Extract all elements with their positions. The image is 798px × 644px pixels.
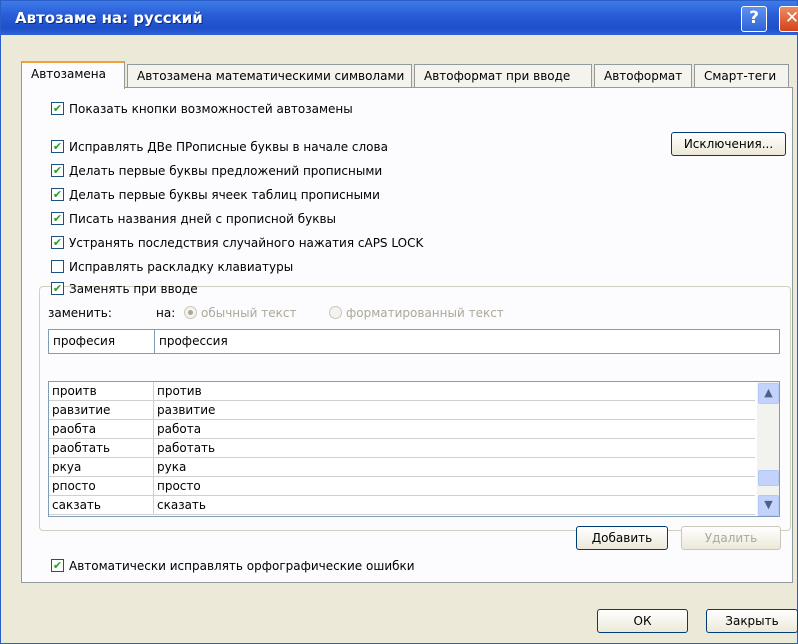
table-row[interactable]: равзитие развитие: [49, 401, 755, 420]
entry-to: работать: [157, 441, 216, 455]
table-row[interactable]: рпосто просто: [49, 477, 755, 496]
scroll-up-icon[interactable]: ▲: [758, 383, 779, 404]
close-button[interactable]: Закрыть: [706, 609, 798, 633]
tab-math-autocorrect[interactable]: Автозамена математическими символами: [127, 64, 412, 88]
entry-from: рпосто: [49, 477, 154, 496]
tab-autoformat-as-you-type[interactable]: Автоформат при вводе: [414, 64, 592, 88]
list-scrollbar[interactable]: ▲ ▼: [757, 382, 779, 516]
radio-selected-icon: [184, 306, 197, 319]
keyboard-layout-label: Исправлять раскладку клавиатуры: [69, 260, 294, 274]
tab-autocorrect[interactable]: Автозамена: [21, 61, 125, 89]
replacement-list[interactable]: проитв против равзитие развитие раобта р…: [48, 381, 780, 517]
plain-text-radio[interactable]: обычный текст: [184, 305, 296, 321]
spelling-label: Автоматически исправлять орфографические…: [69, 559, 415, 573]
close-icon: ✕: [784, 8, 798, 28]
window-title: Автозаме на: русский: [15, 9, 203, 27]
capitalize-cells-label: Делать первые буквы ячеек таблиц прописн…: [69, 188, 380, 202]
entry-to: сказать: [157, 498, 206, 512]
table-row[interactable]: раобтать работать: [49, 439, 755, 458]
help-button[interactable]: ?: [741, 6, 767, 32]
formatted-text-radio[interactable]: форматированный текст: [329, 305, 504, 321]
title-bar: Автозаме на: русский ? ✕: [1, 1, 798, 35]
table-row[interactable]: раобта работа: [49, 420, 755, 439]
checkmark-icon: ✔: [51, 164, 64, 177]
scroll-thumb[interactable]: [758, 470, 779, 486]
checkmark-icon: ✔: [51, 559, 64, 572]
tab-smart-tags[interactable]: Смарт-теги: [694, 64, 789, 88]
table-row[interactable]: проитв против: [49, 382, 755, 401]
with-label: на:: [156, 306, 176, 320]
entry-from: раобта: [49, 420, 154, 439]
empty-checkbox-icon: [51, 260, 64, 273]
entry-to: работа: [157, 422, 202, 436]
table-row[interactable]: ркуа рука: [49, 458, 755, 477]
scroll-down-icon[interactable]: ▼: [758, 495, 779, 516]
add-button[interactable]: Добавить: [576, 526, 668, 550]
table-row[interactable]: сакзать сказать: [49, 496, 755, 515]
checkmark-icon: ✔: [51, 236, 64, 249]
formatted-text-label: форматированный текст: [346, 306, 504, 320]
ok-button[interactable]: ОК: [597, 609, 688, 633]
tab-autoformat[interactable]: Автоформат: [594, 64, 692, 88]
capitalize-sentences-label: Делать первые буквы предложений прописны…: [69, 164, 383, 178]
entry-from: сакзать: [49, 496, 154, 515]
day-names-label: Писать названия дней с прописной буквы: [69, 212, 337, 226]
entry-to: просто: [157, 479, 201, 493]
entry-to: рука: [157, 460, 187, 474]
replace-label: заменить:: [48, 306, 112, 320]
entry-from: раобтать: [49, 439, 154, 458]
replace-as-type-label: Заменять при вводе: [69, 282, 198, 296]
replace-as-type-checkbox[interactable]: ✔ Заменять при вводе: [51, 281, 198, 297]
replace-input[interactable]: професия: [48, 329, 155, 354]
checkmark-icon: ✔: [51, 140, 64, 153]
close-window-button[interactable]: ✕: [779, 6, 798, 32]
two-caps-label: Исправлять ДВе ПРописные буквы в начале …: [69, 140, 388, 154]
autocorrect-dialog: Автозаме на: русский ? ✕ Автозамена Авто…: [0, 0, 798, 644]
checkmark-icon: ✔: [51, 188, 64, 201]
show-buttons-label: Показать кнопки возможностей автозамены: [69, 102, 353, 116]
with-input[interactable]: профессия: [154, 329, 780, 354]
entry-from: проитв: [49, 382, 154, 401]
entry-to: против: [157, 384, 202, 398]
entry-to: развитие: [157, 403, 216, 417]
tab-strip: Автозамена Автозамена математическими си…: [21, 61, 797, 89]
question-icon: ?: [749, 8, 759, 28]
checkmark-icon: ✔: [51, 282, 64, 295]
checkmark-icon: ✔: [51, 102, 64, 115]
exceptions-button[interactable]: Исключения...: [671, 132, 786, 156]
entry-from: равзитие: [49, 401, 154, 420]
radio-empty-icon: [329, 306, 342, 319]
plain-text-label: обычный текст: [201, 306, 297, 320]
entry-from: ркуа: [49, 458, 154, 477]
caps-lock-label: Устранять последствия случайного нажатия…: [69, 236, 424, 250]
delete-button[interactable]: Удалить: [681, 526, 781, 550]
checkmark-icon: ✔: [51, 212, 64, 225]
